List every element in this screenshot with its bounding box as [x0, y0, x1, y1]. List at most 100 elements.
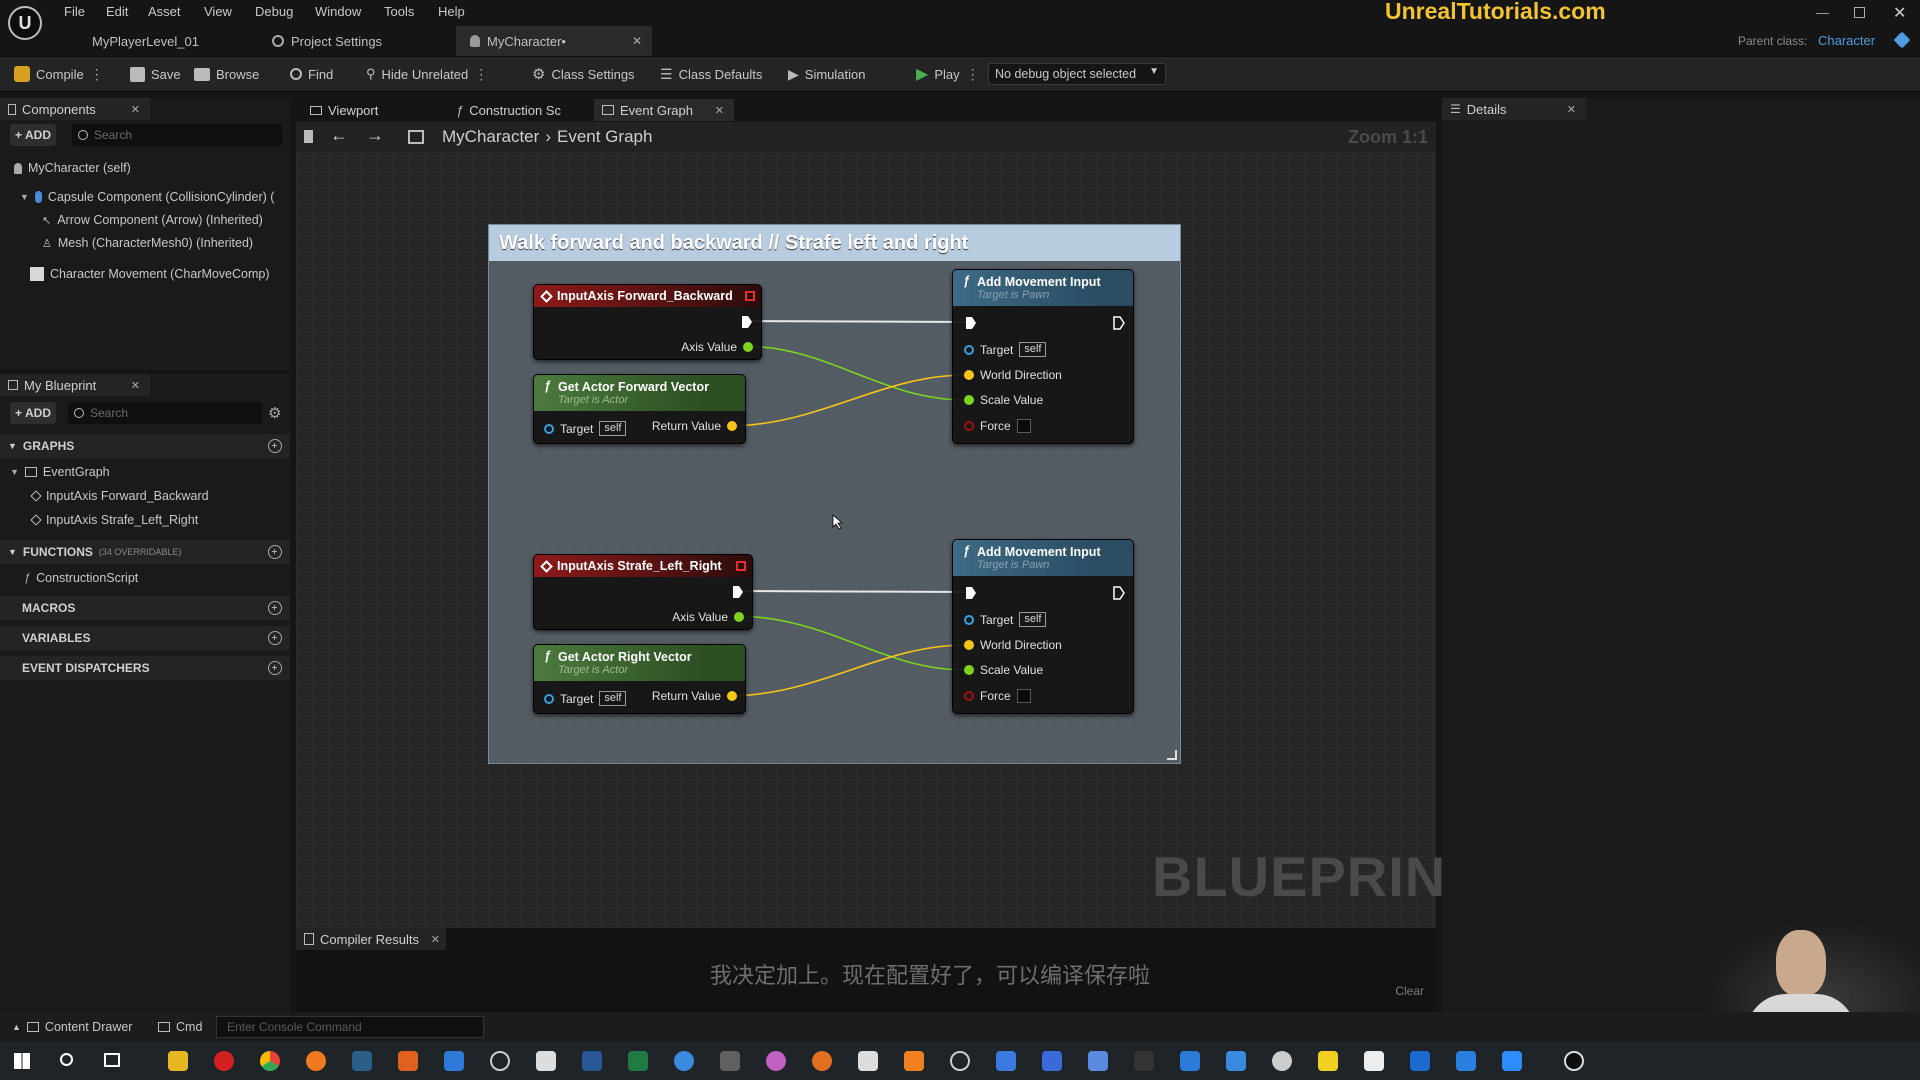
axis-value-pin[interactable]: Axis Value	[672, 610, 744, 624]
return-value-pin[interactable]: Return Value	[652, 689, 737, 703]
blender-icon[interactable]	[812, 1051, 832, 1071]
vector-pin-icon	[964, 370, 974, 380]
windows-start-icon[interactable]	[14, 1053, 30, 1069]
object-pin-icon	[544, 423, 554, 434]
obs-icon[interactable]	[950, 1051, 970, 1071]
force-checkbox[interactable]	[1016, 419, 1031, 433]
exec-out-pin[interactable]	[1113, 316, 1125, 330]
force-pin[interactable]: Force	[964, 419, 1031, 433]
excel-icon[interactable]	[628, 1051, 648, 1071]
file-explorer-icon[interactable]	[168, 1051, 188, 1071]
axis-wire-forward	[742, 345, 967, 401]
exec-in-pin[interactable]	[965, 586, 977, 600]
unreal-logo-icon[interactable]: U	[8, 6, 42, 40]
node-title: Get Actor Right Vector	[558, 650, 692, 664]
scale-value-pin[interactable]: Scale Value	[964, 663, 1043, 677]
node-add-movement-strafe[interactable]: Add Movement Input Target is Pawn ƒ Targ…	[952, 539, 1134, 714]
epic-games-icon[interactable]	[1134, 1051, 1154, 1071]
folder-icon[interactable]	[444, 1051, 464, 1071]
object-pin-icon	[964, 344, 974, 355]
function-icon: ƒ	[544, 649, 551, 663]
task-view-icon[interactable]	[104, 1053, 120, 1067]
exec-wire-forward	[743, 320, 967, 323]
target-pin[interactable]: Target self	[544, 691, 627, 706]
app-icon[interactable]	[398, 1051, 418, 1071]
firefox-icon[interactable]	[306, 1051, 326, 1071]
chrome-icon[interactable]	[260, 1051, 280, 1071]
sticky-notes-icon[interactable]	[1318, 1051, 1338, 1071]
console-input[interactable]: Enter Console Command	[216, 1016, 484, 1038]
tab-compiler-results[interactable]: Compiler Results ✕	[296, 928, 446, 950]
vlc-icon[interactable]	[904, 1051, 924, 1071]
tab-details[interactable]: ☰ Details ✕	[1442, 98, 1586, 120]
app-icon[interactable]	[1456, 1051, 1476, 1071]
node-get-right-vector[interactable]: Get Actor Right Vector Target is Actor ƒ…	[533, 644, 746, 714]
close-tab-icon[interactable]: ✕	[431, 933, 440, 946]
return-value-pin[interactable]: Return Value	[652, 419, 737, 433]
drawer-icon	[26, 1022, 39, 1032]
app-icon[interactable]	[1410, 1051, 1430, 1071]
axis-value-pin[interactable]: Axis Value	[681, 340, 753, 354]
node-inputaxis-strafe[interactable]: InputAxis Strafe_Left_Right Axis Value	[533, 554, 753, 630]
cmd-button[interactable]: Cmd	[158, 1020, 202, 1034]
exec-pin-icon	[733, 586, 743, 598]
target-pin[interactable]: Target self	[964, 342, 1047, 357]
app-icon[interactable]	[720, 1051, 740, 1071]
object-pin-icon	[544, 693, 554, 704]
notepad-icon[interactable]	[536, 1051, 556, 1071]
delegate-pin-icon[interactable]	[745, 291, 755, 301]
word-icon[interactable]	[582, 1051, 602, 1071]
steam-icon[interactable]	[1088, 1051, 1108, 1071]
node-get-forward-vector[interactable]: Get Actor Forward Vector Target is Actor…	[533, 374, 746, 444]
console-placeholder: Enter Console Command	[227, 1020, 362, 1034]
target-pin[interactable]: Target self	[964, 612, 1047, 627]
pin-label: World Direction	[980, 638, 1062, 652]
exec-out-pin[interactable]	[741, 315, 753, 329]
pin-label: Target	[980, 342, 1014, 357]
app-icon[interactable]	[1042, 1051, 1062, 1071]
self-value: self	[599, 421, 627, 436]
scale-value-pin[interactable]: Scale Value	[964, 393, 1043, 407]
app-icon[interactable]	[1272, 1051, 1292, 1071]
presenter-head	[1776, 930, 1826, 996]
pin-label: Force	[980, 689, 1011, 703]
content-drawer-label: Content Drawer	[44, 1020, 133, 1034]
info-icon[interactable]	[490, 1051, 510, 1071]
exec-pin-icon	[1113, 586, 1125, 600]
opera-icon[interactable]	[214, 1051, 234, 1071]
node-add-movement-forward[interactable]: Add Movement Input Target is Pawn ƒ Targ…	[952, 269, 1134, 444]
clapper-icon[interactable]	[858, 1051, 878, 1071]
search-icon[interactable]	[60, 1053, 73, 1066]
app-icon[interactable]	[996, 1051, 1016, 1071]
node-subtitle: Target is Pawn	[977, 289, 1050, 301]
force-checkbox[interactable]	[1016, 689, 1031, 703]
target-pin[interactable]: Target self	[544, 421, 627, 436]
exec-out-pin[interactable]	[732, 585, 744, 599]
unreal-engine-icon[interactable]	[1564, 1051, 1584, 1071]
world-direction-pin[interactable]: World Direction	[964, 638, 1062, 652]
krita-icon[interactable]	[352, 1051, 372, 1071]
droplet-icon[interactable]	[674, 1051, 694, 1071]
cmd-label: Cmd	[176, 1020, 203, 1034]
node-title: Get Actor Forward Vector	[558, 380, 709, 394]
app-icon[interactable]	[1226, 1051, 1246, 1071]
force-pin[interactable]: Force	[964, 689, 1031, 703]
app-icon[interactable]	[1364, 1051, 1384, 1071]
compiler-results-panel: Compiler Results ✕ 我决定加上。现在配置好了，可以编译保存啦 …	[296, 928, 1436, 1012]
node-inputaxis-forward[interactable]: InputAxis Forward_Backward Axis Value	[533, 284, 762, 360]
exec-in-pin[interactable]	[965, 316, 977, 330]
clear-button[interactable]: Clear	[1395, 984, 1424, 998]
terminal-icon	[158, 1022, 170, 1032]
close-panel-icon[interactable]: ✕	[1567, 103, 1576, 116]
float-pin-icon	[743, 342, 753, 352]
zoom-app-icon[interactable]	[1502, 1051, 1522, 1071]
app-icon[interactable]	[766, 1051, 786, 1071]
exec-out-pin[interactable]	[1113, 586, 1125, 600]
delegate-pin-icon[interactable]	[736, 561, 746, 571]
world-direction-pin[interactable]: World Direction	[964, 368, 1062, 382]
content-drawer-button[interactable]: ▲ Content Drawer	[12, 1020, 132, 1034]
exec-wire-strafe	[735, 590, 967, 593]
calculator-icon[interactable]	[1180, 1051, 1200, 1071]
float-pin-icon	[734, 612, 744, 622]
self-value: self	[1019, 612, 1047, 627]
